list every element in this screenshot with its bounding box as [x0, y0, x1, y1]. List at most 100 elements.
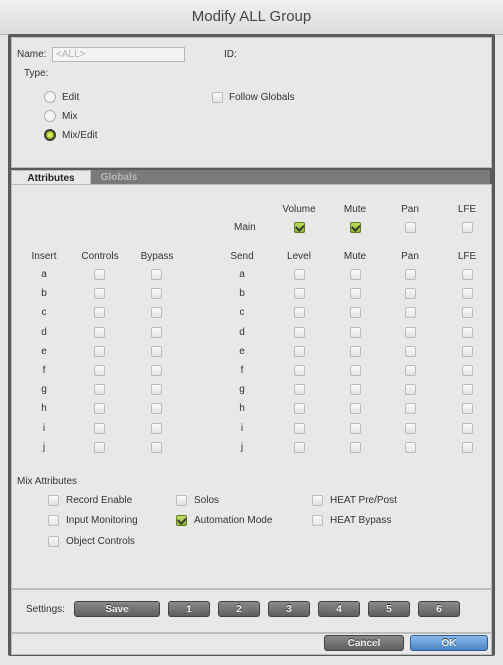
- send-e-pan-checkbox[interactable]: [405, 346, 416, 357]
- settings-slot-5-button[interactable]: 5: [368, 601, 410, 617]
- send-h-mute-checkbox[interactable]: [350, 403, 361, 414]
- follow-globals-checkbox[interactable]: [212, 92, 223, 103]
- insert-c-controls-checkbox[interactable]: [94, 307, 105, 318]
- send-a-pan-checkbox[interactable]: [405, 269, 416, 280]
- heat-pre-post-checkbox[interactable]: [312, 495, 323, 506]
- insert-h-bypass-checkbox[interactable]: [151, 403, 162, 414]
- send-j-mute-checkbox[interactable]: [350, 442, 361, 453]
- settings-slot-1-button[interactable]: 1: [168, 601, 210, 617]
- insert-f-controls-checkbox[interactable]: [94, 365, 105, 376]
- send-b-pan-checkbox[interactable]: [405, 288, 416, 299]
- send-f-pan-checkbox[interactable]: [405, 365, 416, 376]
- insert-d-bypass-checkbox[interactable]: [151, 327, 162, 338]
- insert-row-label: g: [41, 384, 47, 395]
- send-row-label: b: [239, 288, 245, 299]
- send-a-mute-checkbox[interactable]: [350, 269, 361, 280]
- insert-a-bypass-checkbox[interactable]: [151, 269, 162, 280]
- main-col-lfe: LFE: [457, 204, 477, 215]
- insert-h-controls-checkbox[interactable]: [94, 403, 105, 414]
- settings-slot-4-button[interactable]: 4: [318, 601, 360, 617]
- dialog-button-bar: Cancel OK: [11, 633, 492, 655]
- send-i-level-checkbox[interactable]: [294, 423, 305, 434]
- send-e-lfe-checkbox[interactable]: [462, 346, 473, 357]
- send-d-level-checkbox[interactable]: [294, 327, 305, 338]
- send-h-lfe-checkbox[interactable]: [462, 403, 473, 414]
- send-d-pan-checkbox[interactable]: [405, 327, 416, 338]
- object-controls-label: Object Controls: [66, 536, 135, 547]
- send-row-label: i: [240, 423, 244, 434]
- insert-c-bypass-checkbox[interactable]: [151, 307, 162, 318]
- send-i-pan-checkbox[interactable]: [405, 423, 416, 434]
- automation-mode-checkbox[interactable]: [176, 515, 187, 526]
- send-f-lfe-checkbox[interactable]: [462, 365, 473, 376]
- send-a-level-checkbox[interactable]: [294, 269, 305, 280]
- insert-e-bypass-checkbox[interactable]: [151, 346, 162, 357]
- send-j-pan-checkbox[interactable]: [405, 442, 416, 453]
- main-volume-checkbox[interactable]: [294, 222, 305, 233]
- send-g-mute-checkbox[interactable]: [350, 384, 361, 395]
- send-row-label: c: [239, 307, 245, 318]
- send-c-pan-checkbox[interactable]: [405, 307, 416, 318]
- record-enable-checkbox[interactable]: [48, 495, 59, 506]
- settings-slot-3-button[interactable]: 3: [268, 601, 310, 617]
- send-g-lfe-checkbox[interactable]: [462, 384, 473, 395]
- mix-attributes-title: Mix Attributes: [17, 476, 78, 487]
- send-i-mute-checkbox[interactable]: [350, 423, 361, 434]
- send-b-level-checkbox[interactable]: [294, 288, 305, 299]
- insert-g-controls-checkbox[interactable]: [94, 384, 105, 395]
- name-input[interactable]: [52, 47, 185, 62]
- send-i-lfe-checkbox[interactable]: [462, 423, 473, 434]
- insert-a-controls-checkbox[interactable]: [94, 269, 105, 280]
- id-label: ID:: [224, 49, 237, 60]
- insert-g-bypass-checkbox[interactable]: [151, 384, 162, 395]
- insert-b-bypass-checkbox[interactable]: [151, 288, 162, 299]
- send-e-level-checkbox[interactable]: [294, 346, 305, 357]
- send-a-lfe-checkbox[interactable]: [462, 269, 473, 280]
- send-c-lfe-checkbox[interactable]: [462, 307, 473, 318]
- send-b-mute-checkbox[interactable]: [350, 288, 361, 299]
- ok-button[interactable]: OK: [410, 635, 488, 651]
- cancel-button[interactable]: Cancel: [324, 635, 404, 651]
- send-e-mute-checkbox[interactable]: [350, 346, 361, 357]
- send-b-lfe-checkbox[interactable]: [462, 288, 473, 299]
- title-bar[interactable]: Modify ALL Group: [0, 0, 503, 35]
- send-d-mute-checkbox[interactable]: [350, 327, 361, 338]
- settings-slot-6-button[interactable]: 6: [418, 601, 460, 617]
- send-j-lfe-checkbox[interactable]: [462, 442, 473, 453]
- main-pan-checkbox[interactable]: [405, 222, 416, 233]
- send-f-level-checkbox[interactable]: [294, 365, 305, 376]
- insert-e-controls-checkbox[interactable]: [94, 346, 105, 357]
- type-radio-mix[interactable]: [44, 110, 56, 122]
- insert-i-controls-checkbox[interactable]: [94, 423, 105, 434]
- insert-b-controls-checkbox[interactable]: [94, 288, 105, 299]
- insert-j-controls-checkbox[interactable]: [94, 442, 105, 453]
- insert-i-bypass-checkbox[interactable]: [151, 423, 162, 434]
- insert-j-bypass-checkbox[interactable]: [151, 442, 162, 453]
- insert-f-bypass-checkbox[interactable]: [151, 365, 162, 376]
- settings-slot-2-button[interactable]: 2: [218, 601, 260, 617]
- send-g-level-checkbox[interactable]: [294, 384, 305, 395]
- send-h-pan-checkbox[interactable]: [405, 403, 416, 414]
- main-mute-checkbox[interactable]: [350, 222, 361, 233]
- object-controls-checkbox[interactable]: [48, 536, 59, 547]
- send-c-mute-checkbox[interactable]: [350, 307, 361, 318]
- send-row-label: h: [239, 403, 245, 414]
- main-col-volume: Volume: [282, 204, 316, 215]
- dialog-content: Name: ID: Type: Edit Mix Mix/Edit Follow…: [8, 34, 495, 656]
- send-f-mute-checkbox[interactable]: [350, 365, 361, 376]
- main-lfe-checkbox[interactable]: [462, 222, 473, 233]
- record-enable-label: Record Enable: [66, 495, 133, 506]
- type-radio-mix-edit[interactable]: [44, 129, 56, 141]
- send-j-level-checkbox[interactable]: [294, 442, 305, 453]
- settings-save-button[interactable]: Save: [74, 601, 160, 617]
- send-g-pan-checkbox[interactable]: [405, 384, 416, 395]
- heat-bypass-checkbox[interactable]: [312, 515, 323, 526]
- send-c-level-checkbox[interactable]: [294, 307, 305, 318]
- type-radio-edit[interactable]: [44, 91, 56, 103]
- send-d-lfe-checkbox[interactable]: [462, 327, 473, 338]
- input-monitoring-checkbox[interactable]: [48, 515, 59, 526]
- window-title: Modify ALL Group: [191, 8, 312, 25]
- send-h-level-checkbox[interactable]: [294, 403, 305, 414]
- solos-checkbox[interactable]: [176, 495, 187, 506]
- insert-d-controls-checkbox[interactable]: [94, 327, 105, 338]
